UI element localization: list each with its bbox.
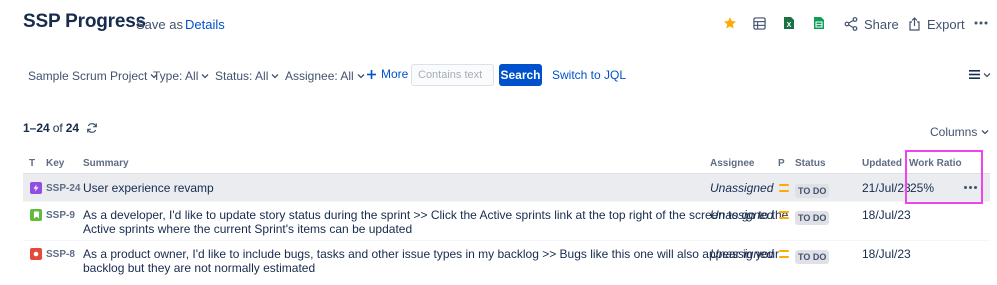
issue-key[interactable]: SSP-9 xyxy=(46,210,75,221)
share-icon xyxy=(844,17,858,31)
details-link[interactable]: Details xyxy=(185,17,225,32)
results-count: 1–24 of 24 xyxy=(23,121,98,135)
status-cell: TO DO xyxy=(795,247,830,265)
export-button[interactable]: Export xyxy=(908,14,965,34)
star-icon[interactable] xyxy=(721,14,739,32)
column-header-type[interactable]: T xyxy=(29,158,35,169)
issue-updated: 21/Jul/23 xyxy=(862,181,911,195)
save-as-link[interactable]: Save as xyxy=(136,17,183,32)
list-view-icon[interactable] xyxy=(750,14,768,32)
assignee-filter-label: Assignee: All xyxy=(285,69,354,83)
status-cell: TO DO xyxy=(795,208,830,226)
type-filter-label: Type: All xyxy=(153,69,199,83)
columns-button[interactable]: Columns xyxy=(930,125,989,139)
export-icon xyxy=(909,17,920,31)
search-input[interactable] xyxy=(411,64,494,86)
status-filter-label: Status: All xyxy=(215,69,269,83)
status-cell: TO DO xyxy=(795,181,830,199)
issue-key[interactable]: SSP-24 xyxy=(46,183,80,194)
row-divider xyxy=(23,240,990,241)
bug-icon xyxy=(30,248,42,260)
share-button[interactable]: Share xyxy=(844,14,899,34)
type-filter[interactable]: Type: All xyxy=(153,68,209,84)
work-ratio-highlight xyxy=(905,150,983,204)
chevron-down-icon xyxy=(357,74,365,79)
results-total: 24 xyxy=(65,121,80,135)
page-title: SSP Progress xyxy=(23,11,146,32)
list-menu-icon xyxy=(969,70,980,79)
issue-summary-line2[interactable]: backlog but they are not normally estima… xyxy=(83,261,315,276)
issue-summary[interactable]: User experience revamp xyxy=(83,181,214,196)
row-divider xyxy=(23,201,990,202)
chevron-down-icon xyxy=(981,130,989,135)
story-icon xyxy=(30,209,42,221)
switch-to-jql-link[interactable]: Switch to JQL xyxy=(552,68,626,82)
column-header-priority[interactable]: P xyxy=(778,158,785,169)
priority-medium-icon xyxy=(779,184,789,192)
results-range: 1–24 xyxy=(23,121,50,135)
column-header-summary[interactable]: Summary xyxy=(83,158,129,169)
chevron-down-icon xyxy=(271,74,279,79)
column-header-updated[interactable]: Updated xyxy=(862,158,902,169)
export-label: Export xyxy=(927,16,965,32)
column-header-status[interactable]: Status xyxy=(795,158,826,169)
priority-medium-icon xyxy=(779,211,789,219)
issue-updated: 18/Jul/23 xyxy=(862,247,911,261)
issue-updated: 18/Jul/23 xyxy=(862,208,911,222)
priority-medium-icon xyxy=(779,250,789,258)
issue-summary-line2[interactable]: Active sprints where the current Sprint'… xyxy=(83,222,412,237)
plus-icon xyxy=(367,69,376,79)
svg-text:X: X xyxy=(787,22,792,29)
excel-icon[interactable]: X xyxy=(780,14,798,32)
issue-assignee: Unassigned xyxy=(710,247,774,261)
issue-assignee: Unassigned xyxy=(710,208,774,222)
status-badge[interactable]: TO DO xyxy=(795,184,830,198)
chevron-down-icon xyxy=(983,72,991,77)
epic-icon xyxy=(30,182,42,194)
more-icon[interactable] xyxy=(972,14,990,32)
column-header-assignee[interactable]: Assignee xyxy=(710,158,754,169)
project-filter[interactable]: Sample Scrum Project xyxy=(28,68,158,84)
issue-assignee: Unassigned xyxy=(710,181,774,195)
columns-label: Columns xyxy=(930,125,978,139)
issue-summary[interactable]: As a product owner, I'd like to include … xyxy=(83,247,779,262)
status-badge[interactable]: TO DO xyxy=(795,250,830,264)
issue-key[interactable]: SSP-8 xyxy=(46,249,75,260)
refresh-icon[interactable] xyxy=(86,122,98,134)
status-badge[interactable]: TO DO xyxy=(795,211,830,225)
sheets-icon[interactable] xyxy=(810,14,828,32)
more-filters-button[interactable]: More xyxy=(366,67,408,81)
view-menu-button[interactable] xyxy=(969,70,991,79)
search-button[interactable]: Search xyxy=(499,64,542,86)
status-filter[interactable]: Status: All xyxy=(215,68,279,84)
results-of: of xyxy=(52,121,63,135)
column-header-key[interactable]: Key xyxy=(46,158,64,169)
more-filters-label: More xyxy=(381,67,409,81)
assignee-filter[interactable]: Assignee: All xyxy=(285,68,365,84)
issue-summary[interactable]: As a developer, I'd like to update story… xyxy=(83,208,788,223)
project-filter-label: Sample Scrum Project xyxy=(28,69,148,83)
chevron-down-icon xyxy=(201,74,209,79)
share-label: Share xyxy=(864,16,899,32)
